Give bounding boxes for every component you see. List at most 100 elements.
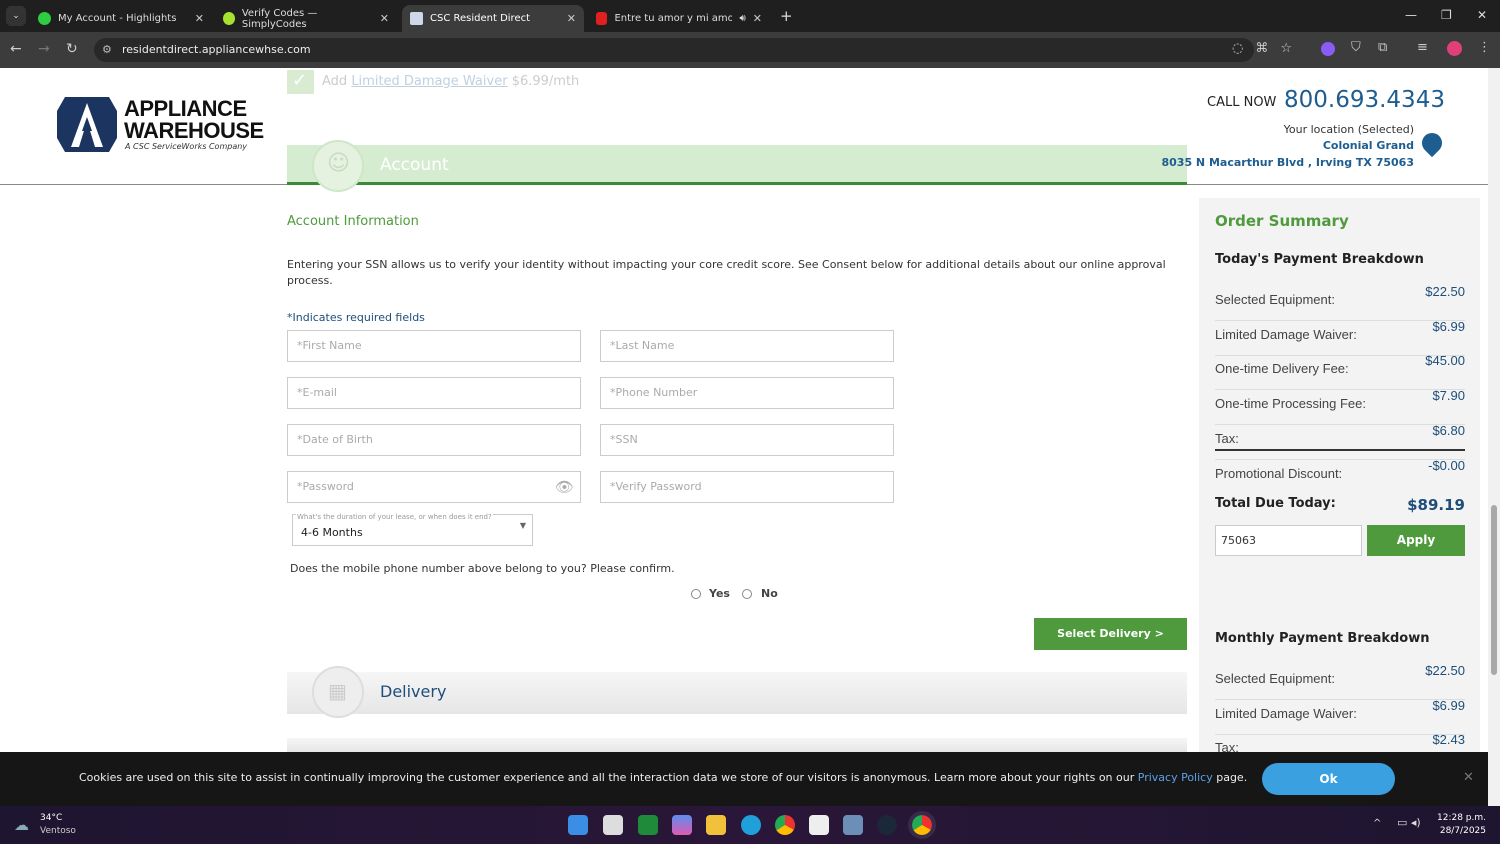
today-breakdown-title: Today's Payment Breakdown [1215, 252, 1424, 267]
scrollbar-thumb[interactable] [1491, 505, 1497, 675]
scrollbar[interactable] [1488, 68, 1500, 806]
profile-avatar[interactable] [1447, 41, 1462, 56]
logo-mark[interactable] [57, 97, 117, 152]
cookie-suffix: page. [1216, 771, 1248, 784]
close-icon[interactable]: ✕ [1463, 770, 1474, 785]
close-tab-icon[interactable]: ✕ [195, 12, 204, 25]
verify-password-input[interactable]: *Verify Password [600, 471, 894, 503]
audio-icon[interactable]: 🔊︎ [739, 13, 745, 24]
restore-button[interactable]: ❐ [1441, 8, 1452, 22]
close-tab-icon[interactable]: ✕ [567, 12, 576, 25]
location-address[interactable]: 8035 N Macarthur Blvd , Irving TX 75063 [1161, 156, 1414, 169]
shield-icon[interactable]: ⛉ [1351, 40, 1361, 55]
waiver-checkbox[interactable]: ✓ [287, 70, 314, 94]
calculator-icon[interactable] [843, 815, 863, 835]
row-value: $2.43 [1432, 732, 1465, 748]
new-tab-button[interactable]: + [780, 7, 793, 25]
copilot-icon[interactable] [672, 815, 692, 835]
row-label: Limited Damage Waiver: [1215, 326, 1357, 342]
row-label: Limited Damage Waiver: [1215, 705, 1357, 721]
tab-my-account[interactable]: My Account - Highlights ✕ [30, 5, 212, 32]
yes-label[interactable]: Yes [709, 587, 730, 600]
last-name-input[interactable]: *Last Name [600, 330, 894, 362]
no-label[interactable]: No [761, 587, 778, 600]
chrome-icon[interactable] [775, 815, 795, 835]
media-icon[interactable]: ≡ [1417, 40, 1428, 55]
close-window-button[interactable]: ✕ [1477, 8, 1487, 22]
password-input[interactable]: *Password [287, 471, 581, 503]
task-view-icon[interactable] [603, 815, 623, 835]
dob-input[interactable]: *Date of Birth [287, 424, 581, 456]
email-input[interactable]: *E-mail [287, 377, 581, 409]
row-label: One-time Processing Fee: [1215, 396, 1367, 412]
tab-verify-codes[interactable]: Verify Codes — SimplyCodes ✕ [215, 5, 397, 32]
location-name[interactable]: Colonial Grand [1323, 139, 1414, 152]
row-value: $22.50 [1425, 663, 1465, 678]
yes-radio[interactable] [691, 589, 701, 599]
promo-code-input[interactable]: 75063 [1215, 525, 1362, 556]
url-text: residentdirect.appliancewhse.com [122, 43, 311, 56]
cookie-text: Cookies are used on this site to assist … [79, 771, 1247, 784]
no-radio[interactable] [742, 589, 752, 599]
logo-line1: APPLIANCE [124, 96, 247, 121]
weather-icon[interactable]: ☁ [14, 816, 29, 834]
section-title: Account Information [287, 214, 419, 229]
steam-icon[interactable] [877, 815, 897, 835]
summary-row: Promotional Discount: -$0.00 [1215, 457, 1465, 495]
lease-duration-select[interactable]: What's the duration of your lease, or wh… [292, 513, 533, 546]
close-tab-icon[interactable]: ✕ [380, 12, 389, 25]
total-value: $89.19 [1407, 496, 1465, 514]
star-icon[interactable]: ☆ [1280, 41, 1304, 56]
minimize-button[interactable]: — [1405, 8, 1417, 22]
translate-icon[interactable]: ⌘ [1255, 41, 1280, 56]
eye-off-icon[interactable]: ◌ [1232, 41, 1255, 56]
row-label: One-time Delivery Fee: [1215, 361, 1349, 377]
tab-youtube[interactable]: Entre tu amor y mi amor - ( 🔊︎ ✕ [588, 5, 770, 32]
tray-chevron-icon[interactable]: ^ [1373, 818, 1381, 829]
next-step-header[interactable] [287, 738, 1187, 752]
order-summary-title: Order Summary [1215, 212, 1349, 230]
row-value: -$0.00 [1428, 457, 1465, 473]
menu-icon[interactable]: ⋮ [1478, 40, 1491, 55]
row-value: $6.99 [1432, 318, 1465, 334]
cookie-ok-button[interactable]: Ok [1262, 763, 1395, 795]
ssn-input[interactable]: *SSN [600, 424, 894, 456]
back-icon[interactable]: ← [10, 41, 22, 57]
logo-tagline: A CSC ServiceWorks Company [125, 142, 248, 151]
reload-icon[interactable]: ↻ [66, 41, 78, 57]
phone-number[interactable]: 800.693.4343 [1284, 87, 1445, 113]
row-value: $7.90 [1432, 388, 1465, 404]
apply-button[interactable]: Apply [1367, 525, 1465, 556]
summary-row: One-time Delivery Fee: $45.00 [1215, 353, 1465, 391]
close-tab-icon[interactable]: ✕ [753, 12, 762, 25]
network-volume-icons[interactable]: ▭ ◂) [1397, 816, 1421, 829]
row-value: $6.99 [1432, 697, 1465, 713]
weather-desc: Ventoso [40, 826, 76, 836]
edge-icon[interactable] [741, 815, 761, 835]
tab-search-button[interactable]: ⌄ [6, 6, 26, 26]
row-value: $6.80 [1432, 422, 1465, 438]
show-password-eye-icon[interactable]: 👁︎ [555, 478, 574, 496]
file-explorer-icon[interactable] [706, 815, 726, 835]
xbox-icon[interactable] [638, 815, 658, 835]
select-delivery-button[interactable]: Select Delivery > [1034, 618, 1187, 650]
address-bar[interactable]: ⚙ residentdirect.appliancewhse.com [94, 38, 1254, 62]
first-name-input[interactable]: *First Name [287, 330, 581, 362]
chrome-active-icon[interactable] [908, 811, 936, 839]
extensions-puzzle-icon[interactable]: ⧉ [1378, 40, 1387, 55]
tab-csc-resident-direct[interactable]: CSC Resident Direct ✕ [402, 5, 584, 32]
row-value: $22.50 [1425, 284, 1465, 299]
summary-divider [1215, 449, 1465, 451]
forward-icon[interactable]: → [38, 41, 50, 57]
extension-icon[interactable] [1321, 42, 1335, 56]
tab-label: My Account - Highlights [58, 13, 177, 24]
privacy-policy-link[interactable]: Privacy Policy [1138, 771, 1213, 784]
tab-label: Entre tu amor y mi amor - ( [614, 13, 733, 24]
phone-input[interactable]: *Phone Number [600, 377, 894, 409]
toolbar-icons[interactable]: ◌⌘☆ [1232, 41, 1304, 56]
store-icon[interactable] [809, 815, 829, 835]
windows-start-icon[interactable] [568, 815, 588, 835]
waiver-link[interactable]: Limited Damage Waiver [351, 74, 507, 89]
clock[interactable]: 12:28 p.m. 28/7/2025 [1437, 813, 1486, 836]
site-settings-icon[interactable]: ⚙ [102, 38, 112, 62]
